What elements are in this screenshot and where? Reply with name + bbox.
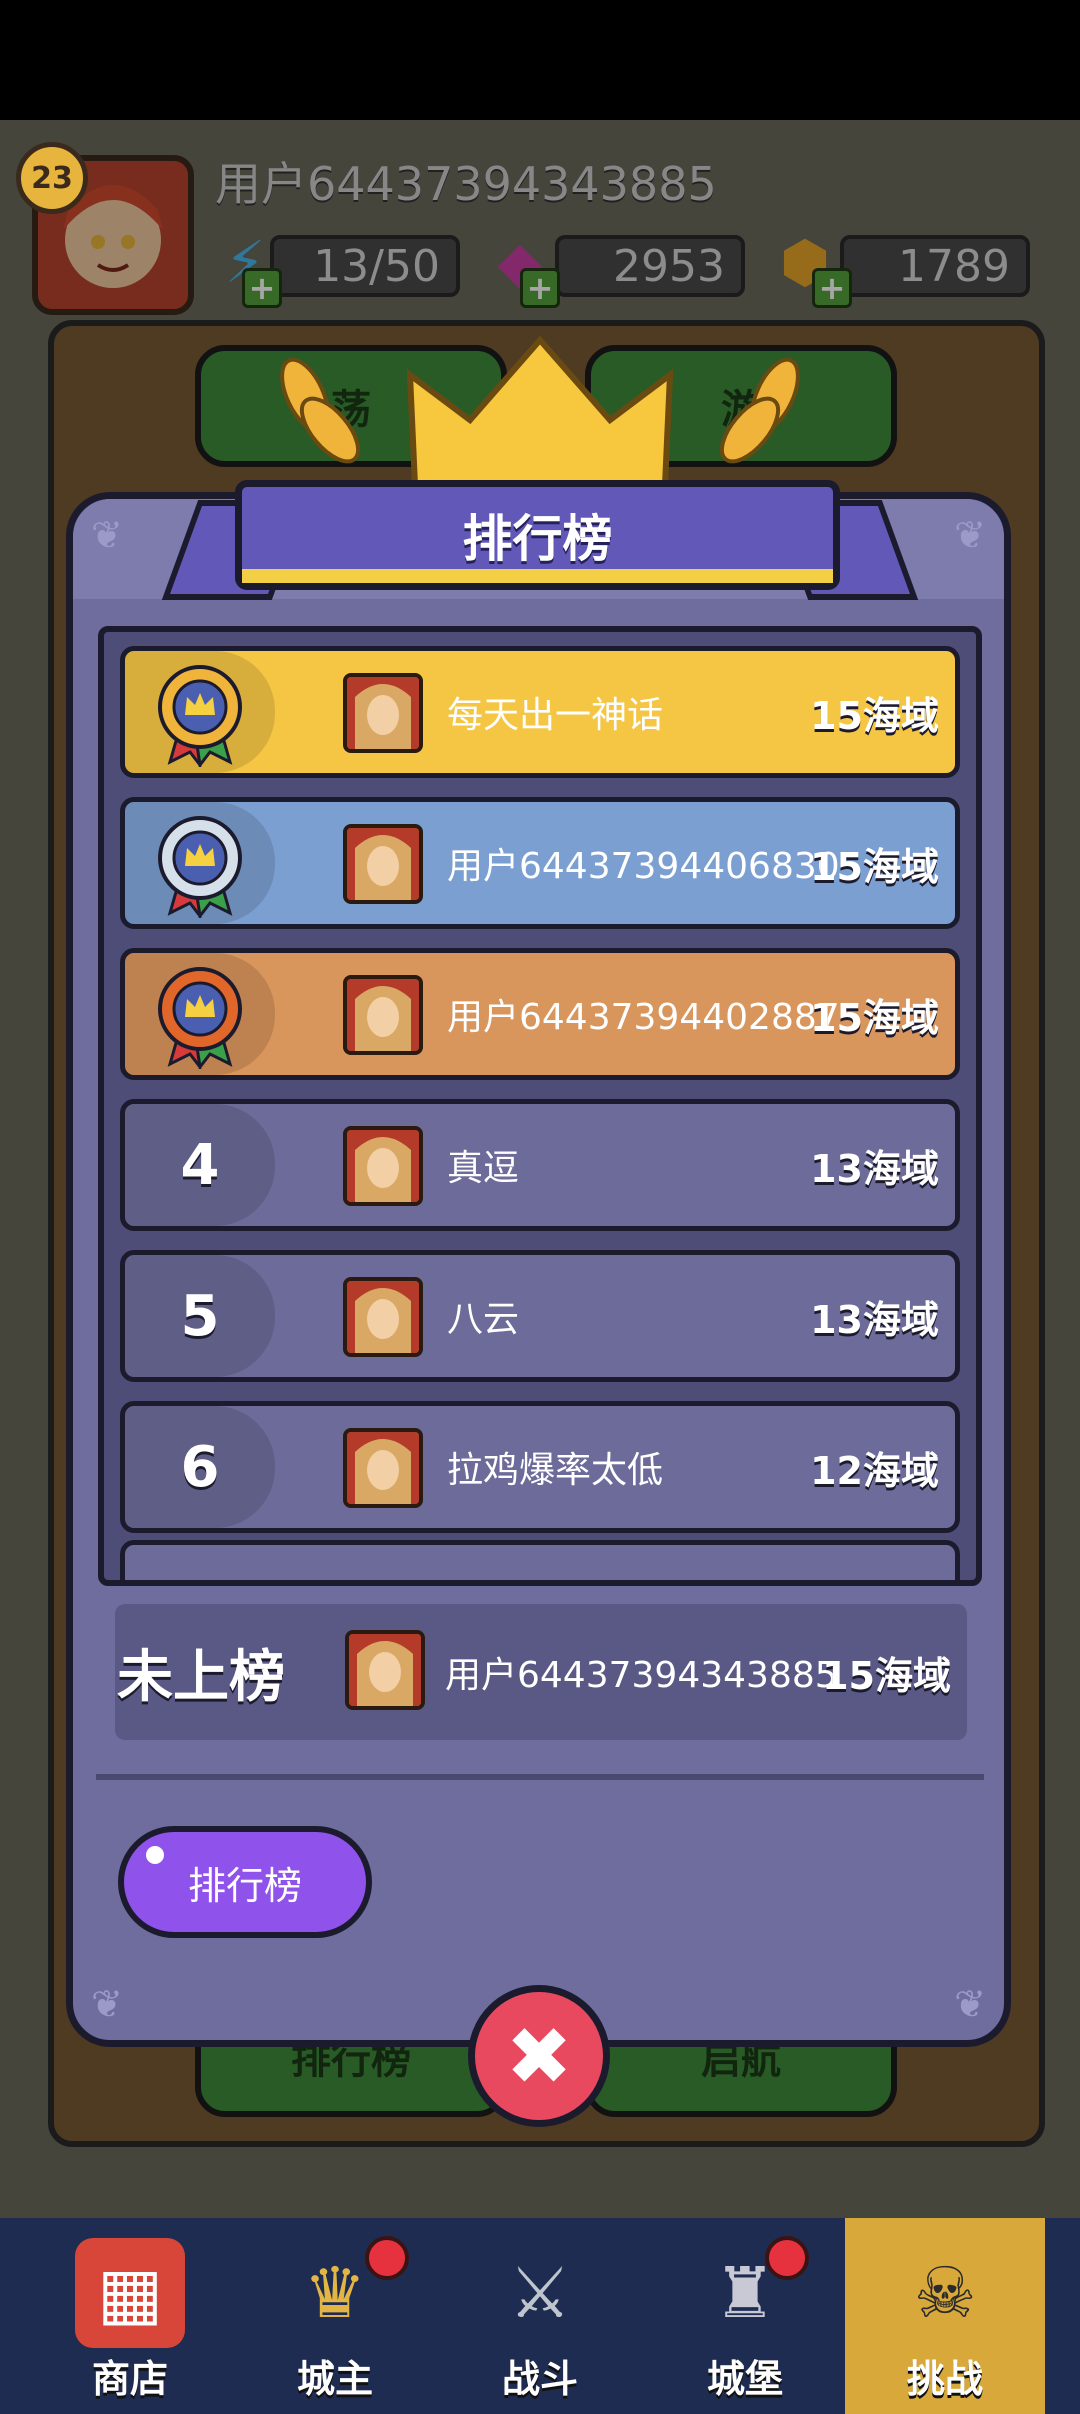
shop-icon: ▦	[75, 2238, 185, 2348]
close-button[interactable]: ✖	[468, 1985, 610, 2127]
player-level-badge: 23	[16, 142, 88, 214]
player-name: 拉鸡爆率太低	[447, 1450, 664, 1491]
avatar	[343, 975, 423, 1055]
medal-icon	[125, 651, 275, 773]
list-item[interactable]: 用户64437394406830 15海域	[120, 797, 960, 929]
player-score: 15海域	[810, 844, 939, 889]
list-item[interactable]: 4 真逗 13海域	[120, 1099, 960, 1231]
notification-badge	[365, 2236, 409, 2280]
corner-ornament-icon: ❦	[954, 513, 986, 557]
player-name: 每天出一神话	[447, 695, 664, 736]
avatar-portrait-icon	[349, 1634, 421, 1706]
list-item[interactable]: 每天出一神话 15海域	[120, 646, 960, 778]
avatar-portrait-icon	[347, 677, 419, 749]
leaderboard-button-label: 排行榜	[187, 1863, 302, 1908]
challenge-icon: ☠	[913, 2252, 977, 2334]
my-avatar	[345, 1630, 425, 1710]
list-item[interactable]: 用户64437394402887 15海域	[120, 948, 960, 1080]
battle-icon: ⚔	[508, 2252, 572, 2334]
corner-ornament-icon: ❦	[954, 1982, 986, 2026]
medal-icon	[125, 802, 275, 924]
leaderboard-button[interactable]: 排行榜	[118, 1826, 372, 1938]
rank-number: 4	[180, 1132, 220, 1198]
player-score: 15海域	[810, 995, 939, 1040]
player-score: 12海域	[810, 1448, 939, 1493]
avatar	[343, 1277, 423, 1357]
corner-ornament-icon: ❦	[91, 1982, 123, 2026]
nav-castle[interactable]: ♜ 城堡	[645, 2218, 845, 2414]
avatar	[343, 1126, 423, 1206]
avatar	[343, 673, 423, 753]
my-score: 15海域	[822, 1653, 951, 1698]
avatar-portrait-icon	[347, 1432, 419, 1504]
my-rank-label: 未上榜	[117, 1644, 285, 1710]
notification-badge	[765, 2236, 809, 2280]
rank-number: 6	[180, 1434, 220, 1500]
avatar	[343, 1428, 423, 1508]
nav-shop[interactable]: ▦ 商店	[30, 2218, 230, 2414]
button-highlight	[146, 1846, 164, 1864]
leaderboard-list[interactable]: 每天出一神话 15海域 用户64437394406830 15海域 用户64437394…	[98, 626, 982, 1586]
nav-battle-label: 战斗	[501, 2357, 578, 2401]
list-item[interactable]: 6 拉鸡爆率太低 12海域	[120, 1401, 960, 1533]
nav-challenge[interactable]: ☠ 挑战	[845, 2218, 1045, 2414]
medal-icon	[125, 953, 275, 1075]
rank-number: 5	[180, 1283, 220, 1349]
player-name: 用户64437394406830	[447, 846, 840, 887]
nav-battle[interactable]: ⚔ 战斗	[440, 2218, 640, 2414]
avatar-portrait-icon	[347, 1130, 419, 1202]
bottom-navigation: ▦ 商店 ♛ 城主 ⚔ 战斗 ♜ 城堡 ☠ 挑战	[0, 2218, 1080, 2414]
player-score: 13海域	[810, 1297, 939, 1342]
my-username: 用户64437394343885	[445, 1655, 838, 1696]
nav-challenge-label: 挑战	[906, 2357, 983, 2401]
nav-lord[interactable]: ♛ 城主	[235, 2218, 435, 2414]
nav-lord-label: 城主	[296, 2357, 373, 2401]
crown-laurel-icon	[280, 335, 800, 485]
player-score: 13海域	[810, 1146, 939, 1191]
player-name: 八云	[447, 1299, 520, 1340]
avatar	[343, 824, 423, 904]
close-icon: ✖	[505, 2009, 573, 2103]
player-name: 用户64437394402887	[447, 997, 840, 1038]
nav-castle-label: 城堡	[706, 2357, 783, 2401]
corner-ornament-icon: ❦	[91, 513, 123, 557]
player-score: 15海域	[810, 693, 939, 738]
list-item[interactable]: 5 八云 13海域	[120, 1250, 960, 1382]
my-rank-row: 未上榜 用户64437394343885 15海域	[115, 1604, 967, 1740]
avatar-portrait-icon	[347, 1281, 419, 1353]
nav-shop-label: 商店	[91, 2357, 168, 2401]
modal-divider	[96, 1774, 984, 1780]
player-name: 真逗	[447, 1148, 520, 1189]
avatar-portrait-icon	[347, 828, 419, 900]
modal-title: 排行榜	[462, 510, 613, 568]
leaderboard-title-banner: 排行榜	[235, 480, 840, 590]
banner-stripe	[242, 569, 833, 583]
avatar-portrait-icon	[347, 979, 419, 1051]
list-item-partial	[120, 1540, 960, 1580]
